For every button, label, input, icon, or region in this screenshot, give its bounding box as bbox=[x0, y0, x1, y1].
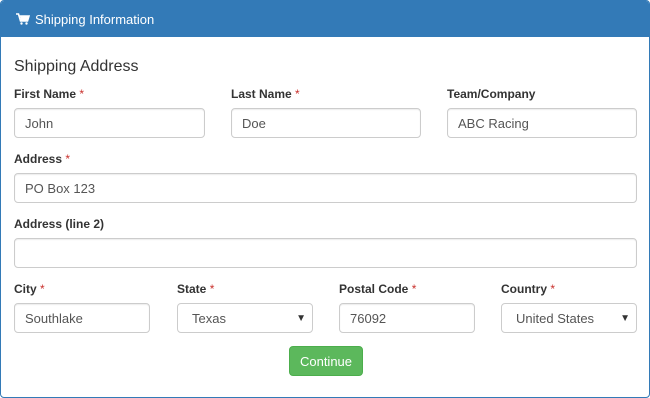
select-arrow-icon: ▼ bbox=[620, 313, 630, 324]
required-marker: * bbox=[411, 282, 417, 296]
last-name-label: Last Name * bbox=[231, 87, 300, 101]
city-input[interactable] bbox=[14, 303, 150, 333]
team-company-input[interactable] bbox=[447, 108, 637, 138]
address-input[interactable] bbox=[14, 173, 637, 203]
required-marker: * bbox=[209, 282, 215, 296]
country-label: Country * bbox=[501, 282, 556, 296]
address-line2-label: Address (line 2) bbox=[14, 217, 105, 231]
country-select[interactable]: United States ▼ bbox=[501, 303, 637, 333]
city-label: City * bbox=[14, 282, 45, 296]
state-select[interactable]: Texas ▼ bbox=[177, 303, 313, 333]
country-selected-value: United States bbox=[516, 310, 595, 326]
address-line2-input[interactable] bbox=[14, 238, 637, 268]
required-marker: * bbox=[65, 152, 71, 166]
last-name-input[interactable] bbox=[231, 108, 421, 138]
postal-code-input[interactable] bbox=[339, 303, 475, 333]
first-name-label: First Name * bbox=[14, 87, 85, 101]
postal-code-label: Postal Code * bbox=[339, 282, 417, 296]
required-marker: * bbox=[550, 282, 556, 296]
required-marker: * bbox=[295, 87, 300, 101]
team-company-label: Team/Company bbox=[447, 87, 536, 101]
required-marker: * bbox=[79, 87, 85, 101]
panel-title: Shipping Information bbox=[35, 11, 155, 27]
first-name-input[interactable] bbox=[14, 108, 205, 138]
shipping-panel: Shipping Information Shipping Address Fi… bbox=[0, 0, 650, 398]
continue-button[interactable]: Continue bbox=[289, 346, 363, 376]
address-label: Address * bbox=[14, 152, 71, 166]
required-marker: * bbox=[40, 282, 45, 296]
select-arrow-icon: ▼ bbox=[296, 313, 306, 324]
state-selected-value: Texas bbox=[192, 310, 226, 326]
section-title: Shipping Address bbox=[14, 58, 139, 75]
panel-heading: Shipping Information bbox=[1, 1, 649, 37]
state-label: State * bbox=[177, 282, 215, 296]
shopping-cart-icon bbox=[16, 13, 30, 25]
